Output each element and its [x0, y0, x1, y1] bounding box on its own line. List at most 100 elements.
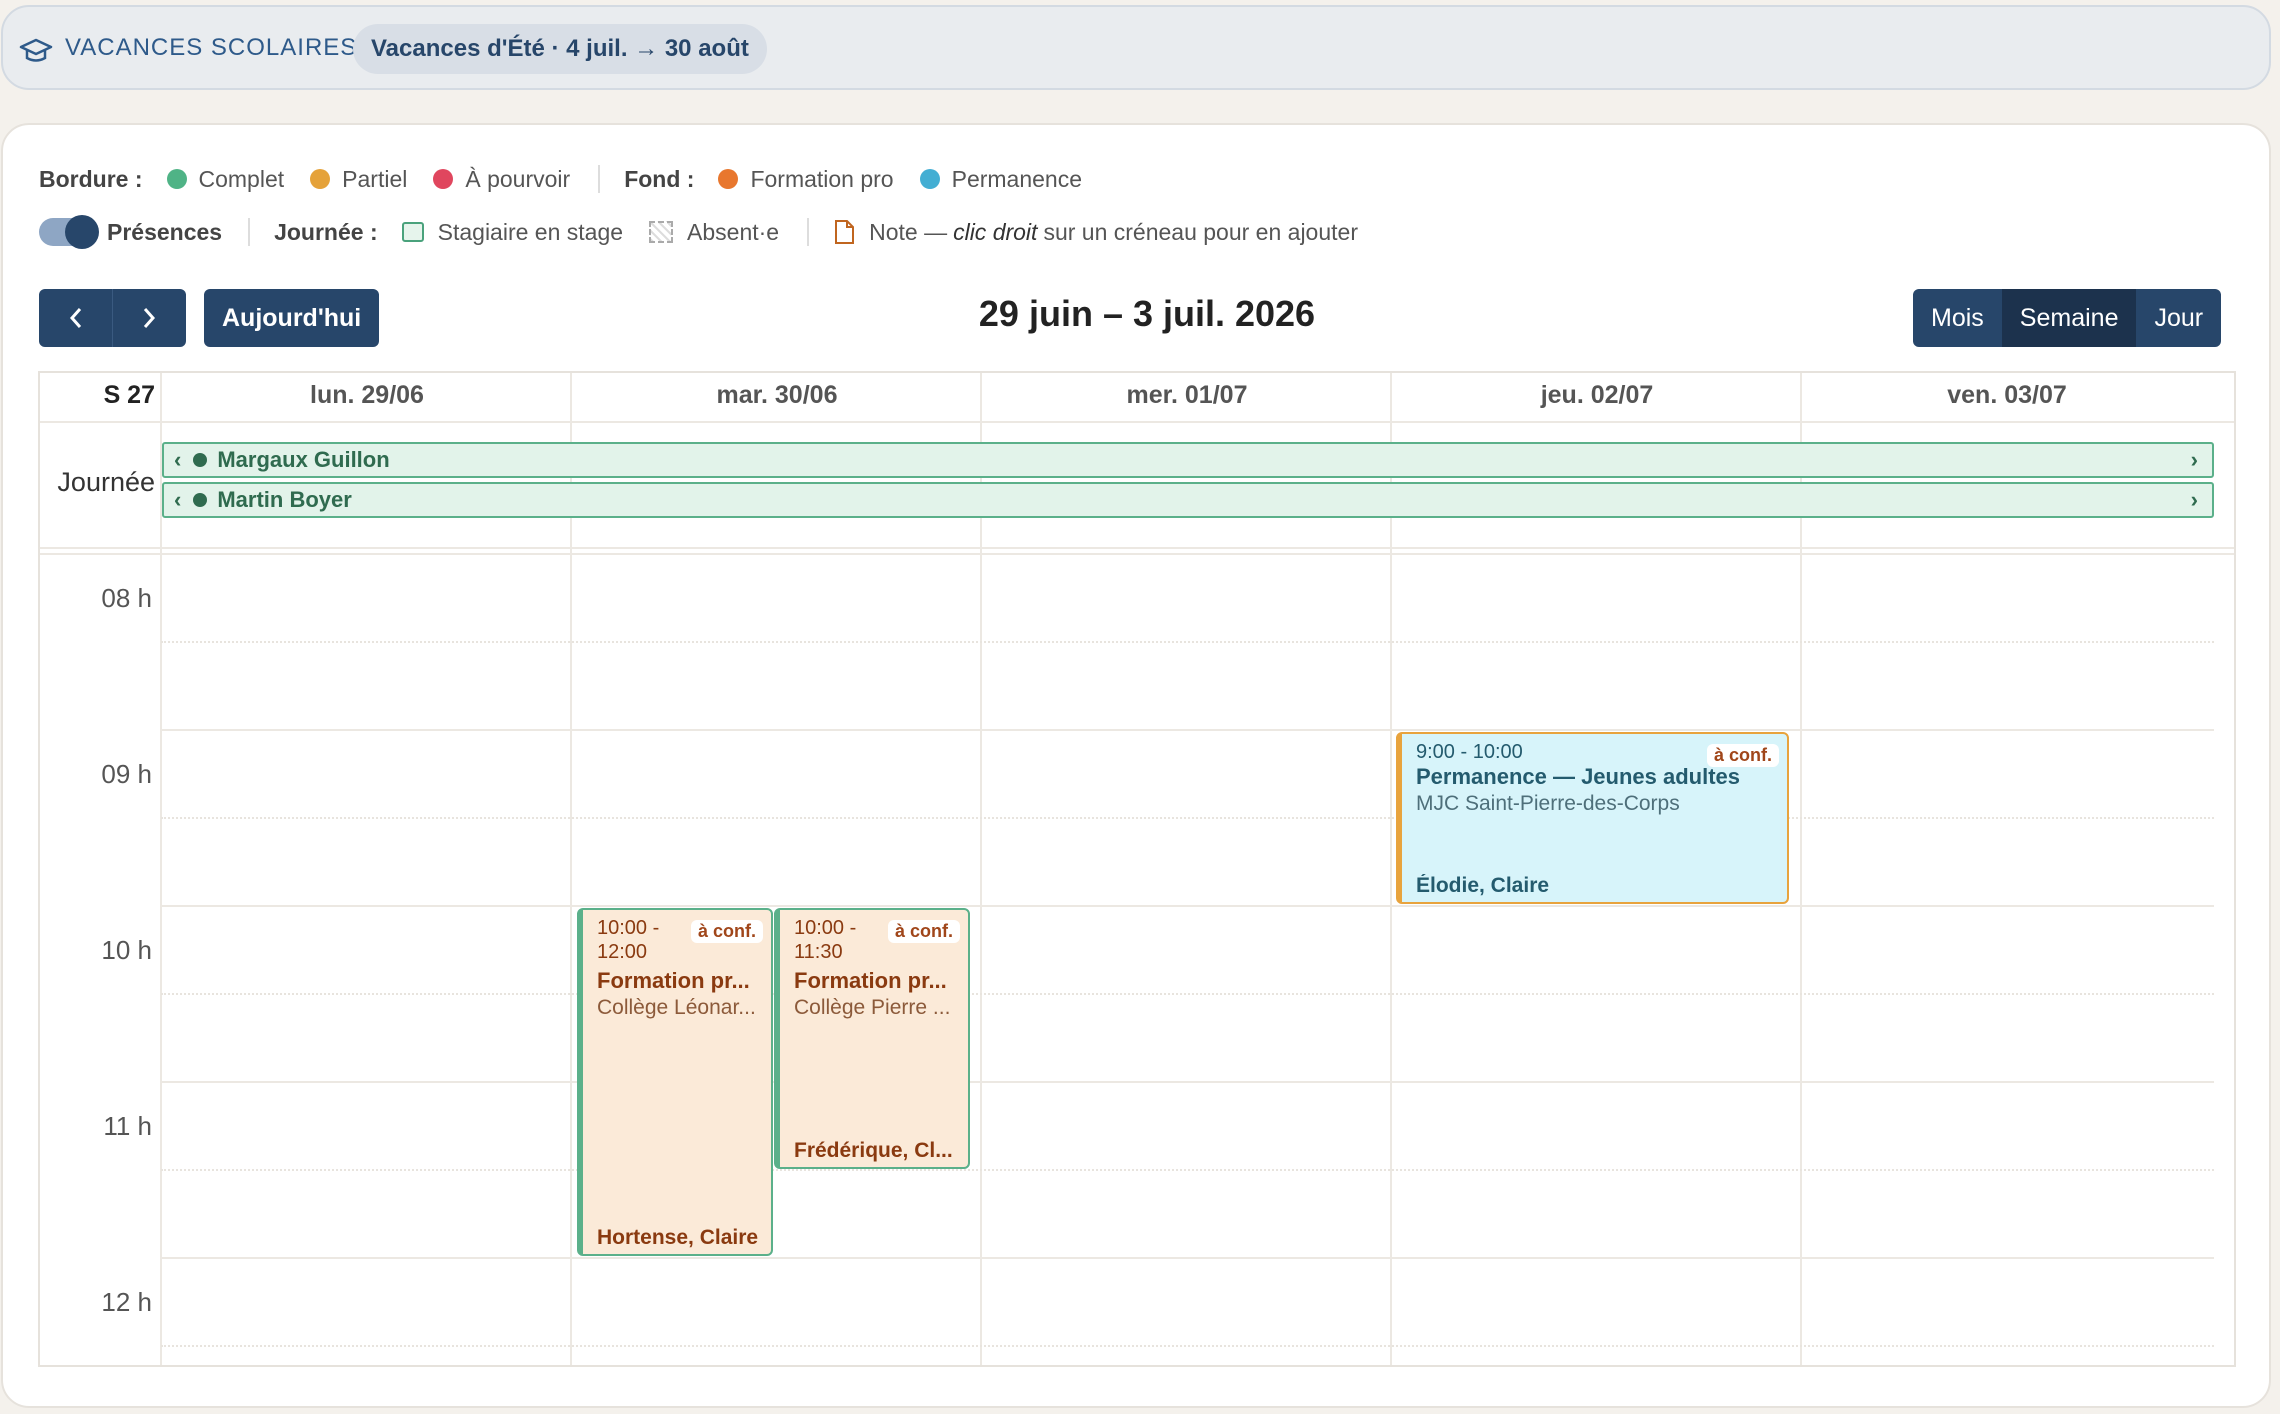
hour-label: 12 h — [101, 1287, 152, 1317]
legend-complet-label: Complet — [198, 165, 285, 192]
week-calendar: S 27 lun. 29/06 mar. 30/06 mer. 01/07 je… — [38, 371, 2236, 1367]
day-legend-heading: Journée : — [274, 218, 378, 245]
previous-button[interactable] — [39, 289, 112, 347]
allday-event-name: Margaux Guillon — [217, 447, 390, 472]
legend-permanence: Permanence — [919, 165, 1083, 193]
grid-line — [570, 373, 572, 1365]
event-people: Frédérique, Cl... — [794, 1139, 953, 1162]
chevron-left-icon — [69, 308, 81, 328]
chevron-right-icon: › — [2190, 487, 2198, 512]
grid-line — [161, 1345, 2214, 1347]
legend-note-hint-em: clic droit — [953, 218, 1038, 245]
stagiaire-swatch-icon — [401, 222, 424, 242]
formation-pro-dot-icon — [718, 169, 739, 189]
legend-formation-pro-label: Formation pro — [750, 165, 894, 192]
grid-line — [161, 817, 2214, 819]
grid-line — [1800, 373, 1802, 1365]
legend-divider — [807, 218, 810, 246]
grid-line — [161, 905, 2214, 907]
legend-note: Note — clic droit sur un créneau pour en… — [833, 219, 1358, 246]
legend-note-label: Note — — [869, 218, 948, 245]
grid-line — [40, 421, 2234, 423]
legend-colors: Bordure : Complet Partiel À pourvoir Fon… — [39, 161, 1108, 197]
to-confirm-badge: à conf. — [690, 920, 763, 943]
day-header-thu[interactable]: jeu. 02/07 — [1392, 381, 1802, 410]
event-location: Collège Pierre ... — [794, 996, 951, 1019]
hour-label: 10 h — [101, 935, 152, 965]
hour-label: 11 h — [103, 1111, 152, 1141]
week-number: S 27 — [103, 381, 155, 409]
graduation-cap-icon — [19, 38, 53, 62]
permanence-dot-icon — [919, 169, 940, 189]
legend-divider — [248, 218, 251, 246]
event-time: 10:00 - 11:30 — [794, 917, 857, 963]
a-pourvoir-dot-icon — [433, 169, 454, 189]
grid-line — [161, 1257, 2214, 1259]
grid-line — [980, 373, 982, 1365]
presence-dot-icon — [193, 453, 208, 467]
view-month-button[interactable]: Mois — [1913, 289, 2002, 347]
absent-swatch-icon — [649, 221, 674, 243]
presences-toggle[interactable] — [39, 215, 99, 249]
day-header-tue[interactable]: mar. 30/06 — [572, 381, 982, 410]
legend-partiel-label: Partiel — [342, 165, 408, 192]
event-time: 10:00 - 12:00 — [597, 917, 660, 963]
legend-complet: Complet — [166, 165, 285, 193]
event-title: Permanence — Jeunes adultes — [1416, 764, 1741, 789]
allday-event-name: Martin Boyer — [217, 487, 352, 512]
event-formation-college-pierre[interactable]: 10:00 - 11:30 à conf. Formation pr... Co… — [774, 908, 970, 1169]
grid-line — [161, 993, 2214, 995]
day-header-fri[interactable]: ven. 03/07 — [1802, 381, 2212, 410]
allday-event[interactable]: ‹ Martin Boyer › — [162, 482, 2214, 518]
grid-line — [161, 1169, 2214, 1171]
grid-line — [40, 553, 2234, 555]
next-button[interactable] — [112, 289, 185, 347]
date-range-title: 29 juin – 3 juil. 2026 — [978, 293, 1316, 334]
grid-line — [161, 641, 2214, 643]
legend-options: Présences Journée : Stagiaire en stage A… — [39, 214, 1384, 250]
event-location: MJC Saint-Pierre-des-Corps — [1416, 792, 1680, 815]
school-holidays-banner: VACANCES SCOLAIRES Vacances d'Été · 4 ju… — [1, 5, 2271, 90]
border-legend-heading: Bordure : — [39, 165, 143, 192]
presence-dot-icon — [193, 493, 208, 507]
day-header-wed[interactable]: mer. 01/07 — [982, 381, 1392, 410]
view-switcher: Mois Semaine Jour — [1913, 289, 2222, 347]
banner-title: VACANCES SCOLAIRES — [65, 34, 358, 61]
event-location: Collège Léonar... — [597, 996, 756, 1019]
legend-absent-label: Absent·e — [687, 218, 780, 245]
legend-note-hint: sur un créneau pour en ajouter — [1043, 218, 1358, 245]
legend-a-pourvoir: À pourvoir — [433, 166, 570, 193]
note-icon — [835, 220, 855, 244]
to-confirm-badge: à conf. — [887, 920, 960, 943]
legend-stagiaire: Stagiaire en stage — [401, 218, 624, 246]
holiday-period-chip[interactable]: Vacances d'Été · 4 juil. → 30 août — [353, 24, 767, 74]
event-formation-college-leonard[interactable]: 10:00 - 12:00 à conf. Formation pr... Co… — [577, 908, 773, 1256]
chevron-right-icon — [143, 308, 156, 328]
event-permanence-jeunes-adultes[interactable]: 9:00 - 10:00 à conf. Permanence — Jeunes… — [1396, 732, 1789, 904]
chevron-right-icon: › — [2190, 447, 2198, 472]
presences-toggle-label: Présences — [107, 218, 223, 245]
view-day-button[interactable]: Jour — [2136, 289, 2221, 347]
event-people: Élodie, Claire — [1416, 874, 1550, 897]
grid-line — [161, 729, 2214, 731]
legend-stagiaire-label: Stagiaire en stage — [437, 218, 624, 245]
legend-absent: Absent·e — [649, 219, 779, 246]
grid-line — [1390, 373, 1392, 1365]
toggle-knob — [65, 215, 99, 249]
legend-divider — [598, 165, 601, 193]
grid-line — [40, 547, 2234, 549]
hour-label: 09 h — [101, 759, 152, 789]
view-week-button[interactable]: Semaine — [2001, 289, 2137, 347]
to-confirm-badge: à conf. — [1706, 744, 1779, 767]
legend-permanence-label: Permanence — [951, 165, 1083, 192]
day-header-mon[interactable]: lun. 29/06 — [162, 381, 572, 410]
period-nav — [39, 289, 186, 347]
event-title: Formation pr... — [597, 968, 750, 993]
grid-line — [161, 1081, 2214, 1083]
chevron-left-icon: ‹ — [174, 447, 182, 472]
complet-dot-icon — [166, 169, 187, 189]
today-button[interactable]: Aujourd'hui — [204, 289, 380, 347]
legend-partiel: Partiel — [310, 166, 407, 193]
allday-event[interactable]: ‹ Margaux Guillon › — [162, 442, 2214, 478]
legend-a-pourvoir-label: À pourvoir — [465, 165, 571, 192]
